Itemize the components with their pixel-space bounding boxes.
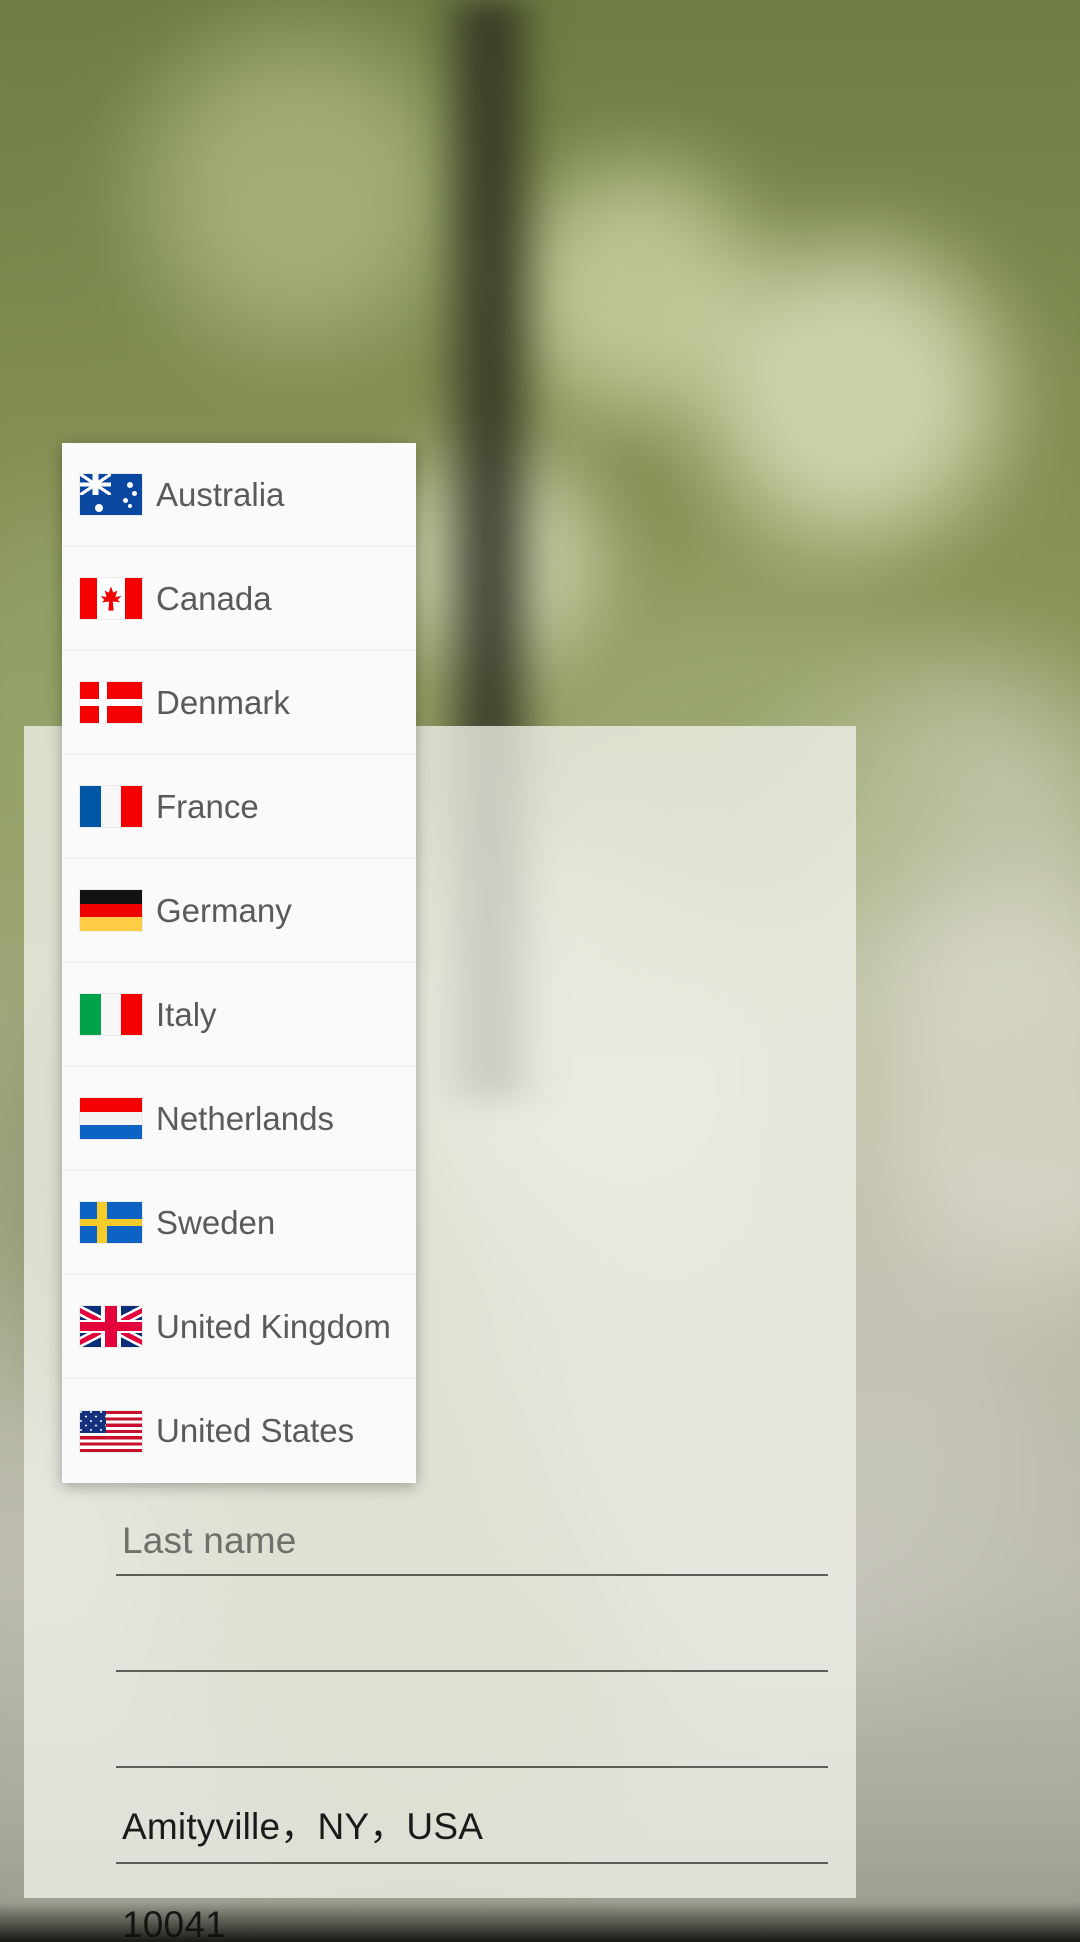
last-name-field[interactable]: Last name: [116, 1480, 828, 1576]
street-address-field[interactable]: [116, 1672, 828, 1768]
city-state-value: Amityville，NY，USA: [122, 1806, 484, 1847]
country-option-label: Netherlands: [156, 1099, 334, 1137]
netherlands-flag-icon: [80, 1098, 142, 1139]
country-option-label: France: [156, 787, 259, 825]
country-option-united-kingdom[interactable]: United Kingdom: [62, 1275, 416, 1379]
country-option-germany[interactable]: Germany: [62, 859, 416, 963]
country-option-italy[interactable]: Italy: [62, 963, 416, 1067]
bottom-vignette: [0, 1902, 1080, 1942]
country-option-canada[interactable]: Canada: [62, 547, 416, 651]
app-screen: Last name Amityville，NY，USA 10041 Next h…: [0, 0, 1080, 1942]
city-state-field[interactable]: Amityville，NY，USA: [116, 1768, 828, 1864]
country-option-australia[interactable]: Australia: [62, 443, 416, 547]
country-option-label: Italy: [156, 995, 217, 1033]
country-option-france[interactable]: France: [62, 755, 416, 859]
country-option-label: United Kingdom: [156, 1307, 391, 1345]
country-option-label: United States: [156, 1412, 355, 1449]
canada-flag-icon: [80, 578, 142, 619]
denmark-flag-icon: [80, 682, 142, 723]
country-option-netherlands[interactable]: Netherlands: [62, 1067, 416, 1171]
united-kingdom-flag-icon: [80, 1306, 142, 1347]
australia-flag-icon: [80, 474, 142, 515]
country-option-denmark[interactable]: Denmark: [62, 651, 416, 755]
sweden-flag-icon: [80, 1202, 142, 1243]
last-name-placeholder: Last name: [122, 1520, 297, 1561]
country-option-label: Australia: [156, 475, 285, 513]
germany-flag-icon: [80, 890, 142, 931]
france-flag-icon: [80, 786, 142, 827]
country-option-label: Germany: [156, 891, 292, 929]
united-states-flag-icon: [80, 1410, 142, 1452]
country-option-sweden[interactable]: Sweden: [62, 1171, 416, 1275]
country-dropdown-list[interactable]: Australia Canada Denmark France Germany: [62, 443, 416, 1483]
country-option-united-states[interactable]: United States: [62, 1379, 416, 1483]
email-field[interactable]: [116, 1576, 828, 1672]
italy-flag-icon: [80, 994, 142, 1035]
country-option-label: Canada: [156, 579, 272, 617]
country-option-label: Denmark: [156, 683, 290, 721]
country-option-label: Sweden: [156, 1203, 276, 1241]
